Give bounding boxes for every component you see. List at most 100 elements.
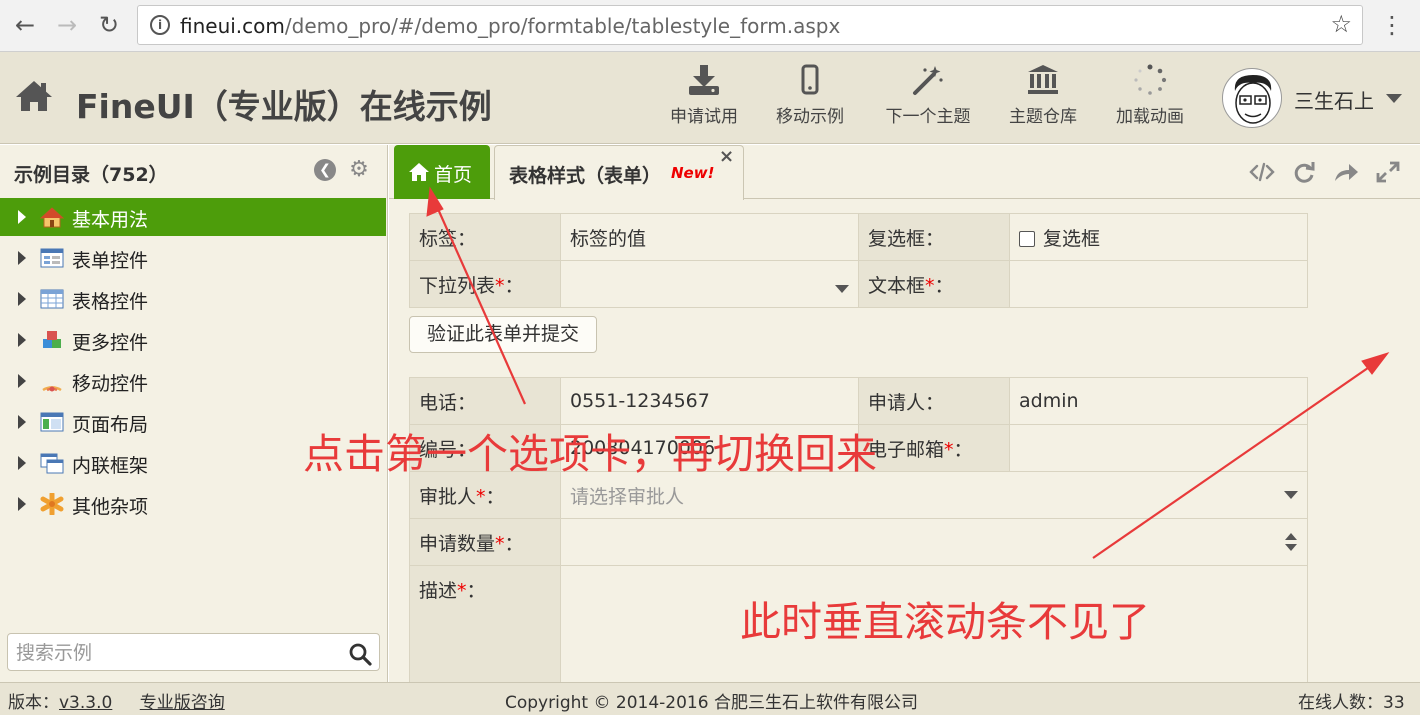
collapse-left-icon[interactable]: ❮ [314, 159, 336, 181]
sidebar-item-layout[interactable]: 页面布局 [0, 403, 386, 441]
close-icon[interactable]: × [719, 146, 734, 167]
search-icon[interactable] [348, 642, 372, 666]
expand-arrow-icon[interactable] [18, 497, 26, 511]
textbox-field[interactable] [1009, 260, 1308, 308]
forward-arrow-icon[interactable]: → [52, 10, 82, 40]
url-text[interactable]: fineui.com/demo_pro/#/demo_pro/formtable… [180, 14, 840, 38]
validate-submit-button[interactable]: 验证此表单并提交 [409, 316, 597, 353]
gear-icon[interactable]: ⚙ [348, 159, 370, 181]
version-link[interactable]: v3.3.0 [59, 693, 112, 713]
label-value: 标签的值 [560, 213, 859, 261]
search-input[interactable] [16, 640, 336, 666]
app-header: FineUI（专业版）在线示例 申请试用 移动示例 下一个主题 主题仓库 加载动… [0, 52, 1420, 144]
bookmark-star-icon[interactable]: ☆ [1330, 10, 1352, 38]
home-icon[interactable] [14, 78, 54, 114]
applicant-label: 申请人： [858, 377, 1010, 425]
sidebar-item-iframe[interactable]: 内联框架 [0, 444, 386, 482]
checkbox-label: 复选框： [858, 213, 1010, 261]
table-icon [40, 289, 64, 309]
chevron-down-icon[interactable] [1386, 94, 1402, 103]
colon: ： [466, 580, 486, 602]
avatar[interactable] [1222, 68, 1282, 128]
applicant-value[interactable]: admin [1009, 377, 1308, 425]
colon: ： [485, 485, 505, 508]
magic-wand-icon [913, 66, 943, 95]
download-icon [689, 65, 719, 95]
colon: ： [504, 532, 524, 555]
code-icon[interactable] [1249, 160, 1275, 184]
dropdown-field[interactable] [560, 260, 859, 308]
table-row: 电话： 0551-1234567 申请人： admin [409, 377, 1308, 425]
tab-home[interactable]: 首页 [394, 145, 490, 199]
search-box[interactable] [7, 633, 380, 671]
info-icon[interactable]: i [150, 15, 170, 35]
form-icon [40, 248, 64, 268]
sidebar-item-form[interactable]: 表单控件 [0, 239, 386, 277]
header-button-trial[interactable]: 申请试用 [664, 64, 744, 136]
tab-strip: 首页 表格样式（表单） New! × [389, 145, 1420, 200]
consult-link[interactable]: 专业版咨询 [140, 693, 225, 713]
required-mark: * [476, 485, 486, 508]
tab-table-style-form[interactable]: 表格样式（表单） New! × [494, 145, 744, 200]
quantity-stepper[interactable] [560, 518, 1308, 566]
spinner-arrows-icon[interactable] [1284, 530, 1298, 554]
share-icon[interactable] [1333, 160, 1359, 184]
required-mark: * [495, 274, 505, 297]
sidebar-header: 示例目录（752） ❮ ⚙ [0, 145, 388, 197]
main-panel: 首页 表格样式（表单） New! × 标签： 标签的值 复选框： 复选框 下拉列… [389, 145, 1420, 682]
table-row: 下拉列表*： 文本框*： [409, 260, 1308, 308]
sidebar-item-misc[interactable]: 其他杂项 [0, 485, 386, 523]
label-label: 标签： [409, 213, 561, 261]
refresh-icon[interactable] [1291, 160, 1317, 184]
back-arrow-icon[interactable]: ← [10, 10, 40, 40]
header-button-next-theme[interactable]: 下一个主题 [878, 64, 978, 136]
checkbox-cell[interactable]: 复选框 [1009, 213, 1308, 261]
table-row: 编号： 200804170006 电子邮箱*： [409, 424, 1308, 472]
expand-arrow-icon[interactable] [18, 210, 26, 224]
layout-icon [40, 412, 64, 432]
quantity-label-text: 申请数量 [419, 532, 496, 555]
chevron-down-icon[interactable] [1284, 490, 1298, 499]
expand-arrow-icon[interactable] [18, 456, 26, 470]
dropdown-label-text: 下拉列表 [419, 274, 496, 297]
chevron-down-icon[interactable] [835, 284, 849, 293]
desc-label: 描述*： [409, 565, 561, 682]
expand-arrow-icon[interactable] [18, 251, 26, 265]
address-bar[interactable]: i fineui.com/demo_pro/#/demo_pro/formtab… [137, 5, 1363, 45]
phone-value[interactable]: 0551-1234567 [560, 377, 859, 425]
cubes-icon [43, 331, 61, 348]
tab-form-label: 表格样式（表单） [509, 165, 662, 187]
header-button-label: 主题仓库 [1009, 107, 1077, 127]
approver-dropdown[interactable]: 请选择审批人 [560, 471, 1308, 519]
approver-label: 审批人*： [409, 471, 561, 519]
username[interactable]: 三生石上 [1294, 85, 1374, 114]
colon: ： [953, 438, 973, 461]
textbox-label: 文本框*： [858, 260, 1010, 308]
header-button-mobile[interactable]: 移动示例 [770, 64, 850, 136]
browser-menu-icon[interactable]: ⋮ [1380, 10, 1404, 40]
mobile-icon [801, 64, 819, 95]
feed-icon [42, 386, 62, 392]
sidebar-item-basic[interactable]: 基本用法 [0, 198, 386, 236]
footer: 版本：v3.3.0 专业版咨询 Copyright © 2014-2016 合肥… [0, 682, 1420, 715]
reload-icon[interactable]: ↻ [94, 10, 124, 40]
expand-arrow-icon[interactable] [18, 292, 26, 306]
desc-textarea[interactable] [560, 565, 1308, 682]
expand-arrow-icon[interactable] [18, 415, 26, 429]
sidebar-item-grid[interactable]: 表格控件 [0, 280, 386, 318]
header-button-theme-store[interactable]: 主题仓库 [1003, 64, 1083, 136]
number-value[interactable]: 200804170006 [560, 424, 859, 472]
phone-label: 电话： [409, 377, 561, 425]
sidebar-item-label: 表单控件 [72, 250, 149, 272]
sidebar-item-more[interactable]: 更多控件 [0, 321, 386, 359]
window-icon [40, 453, 64, 474]
checkbox[interactable] [1019, 230, 1035, 247]
header-button-loading[interactable]: 加载动画 [1110, 64, 1190, 136]
sidebar-item-mobile[interactable]: 移动控件 [0, 362, 386, 400]
maximize-icon[interactable] [1375, 160, 1401, 184]
expand-arrow-icon[interactable] [18, 333, 26, 347]
email-field[interactable] [1009, 424, 1308, 472]
avatar-face-icon [1234, 75, 1272, 124]
expand-arrow-icon[interactable] [18, 374, 26, 388]
header-button-label: 下一个主题 [885, 107, 971, 127]
